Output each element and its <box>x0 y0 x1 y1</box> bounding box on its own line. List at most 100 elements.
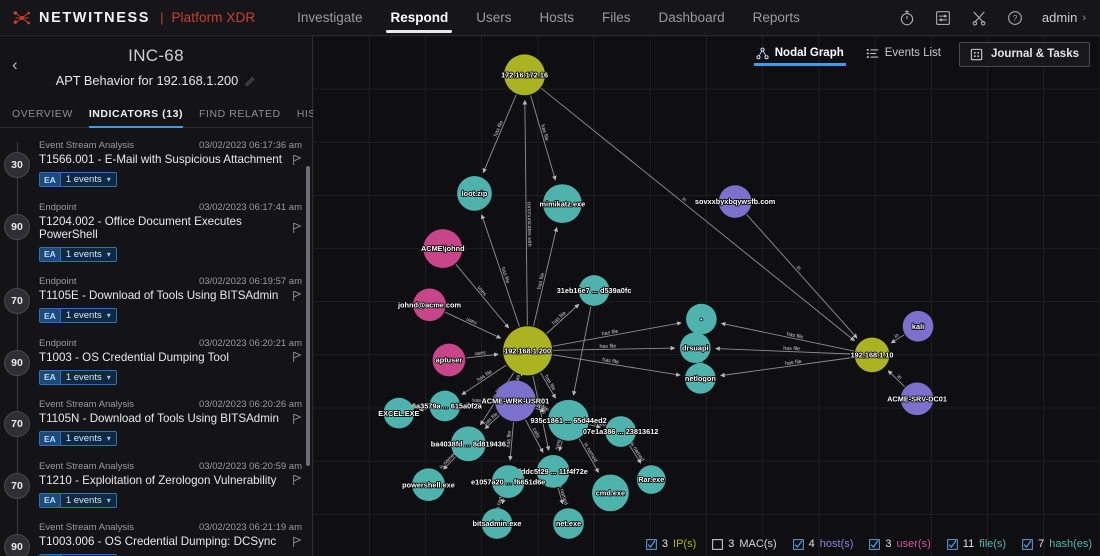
graph-node-label: 935c1861 ... 65d44ed2 <box>530 416 606 425</box>
graph-node-label: ACME-SRV-DC01 <box>887 394 947 403</box>
flag-icon[interactable] <box>292 474 302 486</box>
graph-edge-label: uses <box>465 316 478 326</box>
nav-item-respond[interactable]: Respond <box>376 0 462 36</box>
legend-item-files[interactable]: 11 file(s) <box>946 538 1006 550</box>
nav-item-users[interactable]: Users <box>462 0 525 36</box>
legend-item-hosts[interactable]: 4 host(s) <box>792 538 853 550</box>
indicator-name-row: T1210 - Exploitation of Zerologon Vulner… <box>39 474 302 487</box>
indicators-list[interactable]: 30 Event Stream Analysis 03/02/2023 06:17:… <box>0 128 312 556</box>
graph-edge-label: in <box>680 196 687 203</box>
nav-item-hosts[interactable]: Hosts <box>526 0 589 36</box>
graph-node[interactable]: ba4038fd ... 8d819436 <box>430 426 507 462</box>
graph-edge-label: in <box>795 265 802 272</box>
indicator-row[interactable]: 90 Endpoint 03/02/2023 06:17:41 am T1204.00… <box>0 198 312 273</box>
graph-node[interactable]: • <box>686 303 717 335</box>
graph-node[interactable]: loot.zip <box>457 176 492 211</box>
nodal-graph-canvas[interactable]: has file has file communicates with in uses u… <box>313 36 1100 556</box>
flag-icon[interactable] <box>292 413 302 425</box>
tab-indicators[interactable]: INDICATORS (13) <box>81 104 191 128</box>
flag-icon[interactable] <box>292 536 302 548</box>
indicator-score-badge: 90 <box>4 349 30 376</box>
chevron-down-icon: ▾ <box>106 495 111 505</box>
checkbox-checked-icon[interactable] <box>792 538 804 550</box>
graph-node[interactable]: Rar.exe <box>636 465 666 494</box>
left-panel-scrollbar[interactable] <box>306 166 310 466</box>
indicator-row[interactable]: 70 Event Stream Analysis 03/02/2023 06:20:… <box>0 395 312 457</box>
graph-node[interactable]: aptuser <box>432 343 466 377</box>
graph-node[interactable]: mimikatz.exe <box>539 184 586 224</box>
indicator-meta: Endpoint 03/02/2023 06:20:21 am <box>39 338 302 349</box>
indicator-events-badge[interactable]: EA 1 events ▾ <box>39 308 117 323</box>
chevron-right-icon: › <box>1082 11 1086 24</box>
graph-node[interactable]: 192.168.1.200 <box>503 326 553 376</box>
flag-icon[interactable] <box>292 222 302 234</box>
legend-label: user(s) <box>896 538 931 550</box>
legend-label: IP(s) <box>673 538 697 550</box>
graph-node[interactable]: net.exe <box>553 508 584 539</box>
legend-item-hashes[interactable]: 7 hash(es) <box>1022 538 1092 550</box>
checkbox-unchecked-icon[interactable] <box>712 538 724 550</box>
legend-item-users[interactable]: 3 user(s) <box>869 538 931 550</box>
indicator-score-badge: 70 <box>4 288 30 314</box>
indicator-row[interactable]: 70 Event Stream Analysis 03/02/2023 06:20:… <box>0 457 312 519</box>
tools-icon[interactable] <box>970 9 988 27</box>
timer-icon[interactable] <box>898 9 916 27</box>
graph-node-label: 192.168.1.10 <box>851 351 894 360</box>
back-button[interactable]: ‹ <box>12 56 18 73</box>
chevron-down-icon: ▾ <box>106 311 111 320</box>
tab-overview[interactable]: OVERVIEW <box>10 104 81 127</box>
legend-item-ips[interactable]: 3 IP(s) <box>646 538 696 550</box>
incident-left-panel: ‹ INC-68 APT Behavior for 192.168.1.200 … <box>0 36 346 556</box>
checkbox-checked-icon[interactable] <box>646 538 657 550</box>
legend-item-macs[interactable]: 3 MAC(s) <box>712 538 777 550</box>
graph-node[interactable]: powershell.exe <box>401 468 456 502</box>
graph-node[interactable]: kali <box>902 310 934 342</box>
indicator-source: Event Stream Analysis <box>39 140 135 151</box>
user-menu-button[interactable]: admin › <box>1042 10 1086 25</box>
brand-name: NETWITNESS <box>39 9 151 26</box>
help-icon[interactable]: ? <box>1006 9 1024 27</box>
graph-view-toolbar: Nodal Graph Events List Journal & Tasks <box>313 36 1100 72</box>
indicator-body: Endpoint 03/02/2023 06:17:41 am T1204.002 … <box>30 202 302 263</box>
graph-node[interactable]: netlogon <box>684 363 717 394</box>
legend-count: 7 <box>1038 538 1045 550</box>
flag-icon[interactable] <box>292 290 302 302</box>
indicator-row[interactable]: 90 Event Stream Analysis 03/02/2023 06:21:… <box>0 518 312 556</box>
view-events-list[interactable]: Events List <box>862 43 945 66</box>
flag-icon[interactable] <box>292 351 302 363</box>
indicator-row[interactable]: 30 Event Stream Analysis 03/02/2023 06:17:… <box>0 136 312 198</box>
graph-node[interactable]: johnd@acme.com <box>396 288 462 322</box>
flag-icon[interactable] <box>292 154 302 166</box>
indicator-events-badge[interactable]: EA 1 events ▾ <box>39 431 117 446</box>
nav-item-reports[interactable]: Reports <box>739 0 814 36</box>
indicator-score-badge: 70 <box>4 472 30 499</box>
nav-item-files[interactable]: Files <box>588 0 645 36</box>
indicator-row[interactable]: 70 Endpoint 03/02/2023 06:19:57 am T1105E -… <box>0 272 312 334</box>
graph-node[interactable]: 192.168.1.10 <box>850 337 894 373</box>
nav-item-investigate[interactable]: Investigate <box>283 0 376 36</box>
pencil-icon[interactable] <box>245 75 256 86</box>
graph-node[interactable]: cmd.exe <box>592 474 629 512</box>
indicator-events-badge[interactable]: EA 1 events ▾ <box>39 492 117 508</box>
graph-node[interactable]: sovxxbyxbqywsfb.com <box>694 185 777 218</box>
indicator-events-badge[interactable]: EA 1 events ▾ <box>39 369 117 385</box>
indicator-events-badge[interactable]: EA 1 events ▾ <box>39 172 117 187</box>
graph-node[interactable]: drsuapi <box>679 332 711 364</box>
indicator-row[interactable]: 90 Endpoint 03/02/2023 06:20:21 am T1003 - … <box>0 334 312 396</box>
view-nodal-graph[interactable]: Nodal Graph <box>752 43 848 66</box>
tab-find-related[interactable]: FIND RELATED <box>191 104 289 127</box>
graph-node[interactable]: ACME-SRV-DC01 <box>886 382 948 416</box>
checkbox-checked-icon[interactable] <box>946 538 958 550</box>
journal-tasks-button[interactable]: Journal & Tasks <box>959 41 1090 67</box>
graph-node[interactable]: bitsadmin.exe <box>472 508 522 539</box>
graph-node[interactable]: ACME\johnd <box>420 229 465 269</box>
graph-edge-label: has file <box>783 346 800 353</box>
checkbox-checked-icon[interactable] <box>1022 538 1033 550</box>
indicator-events-badge[interactable]: EA 1 events ▾ <box>39 246 117 262</box>
queue-icon[interactable] <box>934 9 952 27</box>
indicator-timestamp: 03/02/2023 06:19:57 am <box>198 276 302 287</box>
brand-logo[interactable]: NETWITNESS | Platform XDR <box>12 8 255 28</box>
checkbox-checked-icon[interactable] <box>869 538 881 550</box>
nav-item-dashboard[interactable]: Dashboard <box>645 0 739 36</box>
events-list-icon <box>866 48 878 58</box>
